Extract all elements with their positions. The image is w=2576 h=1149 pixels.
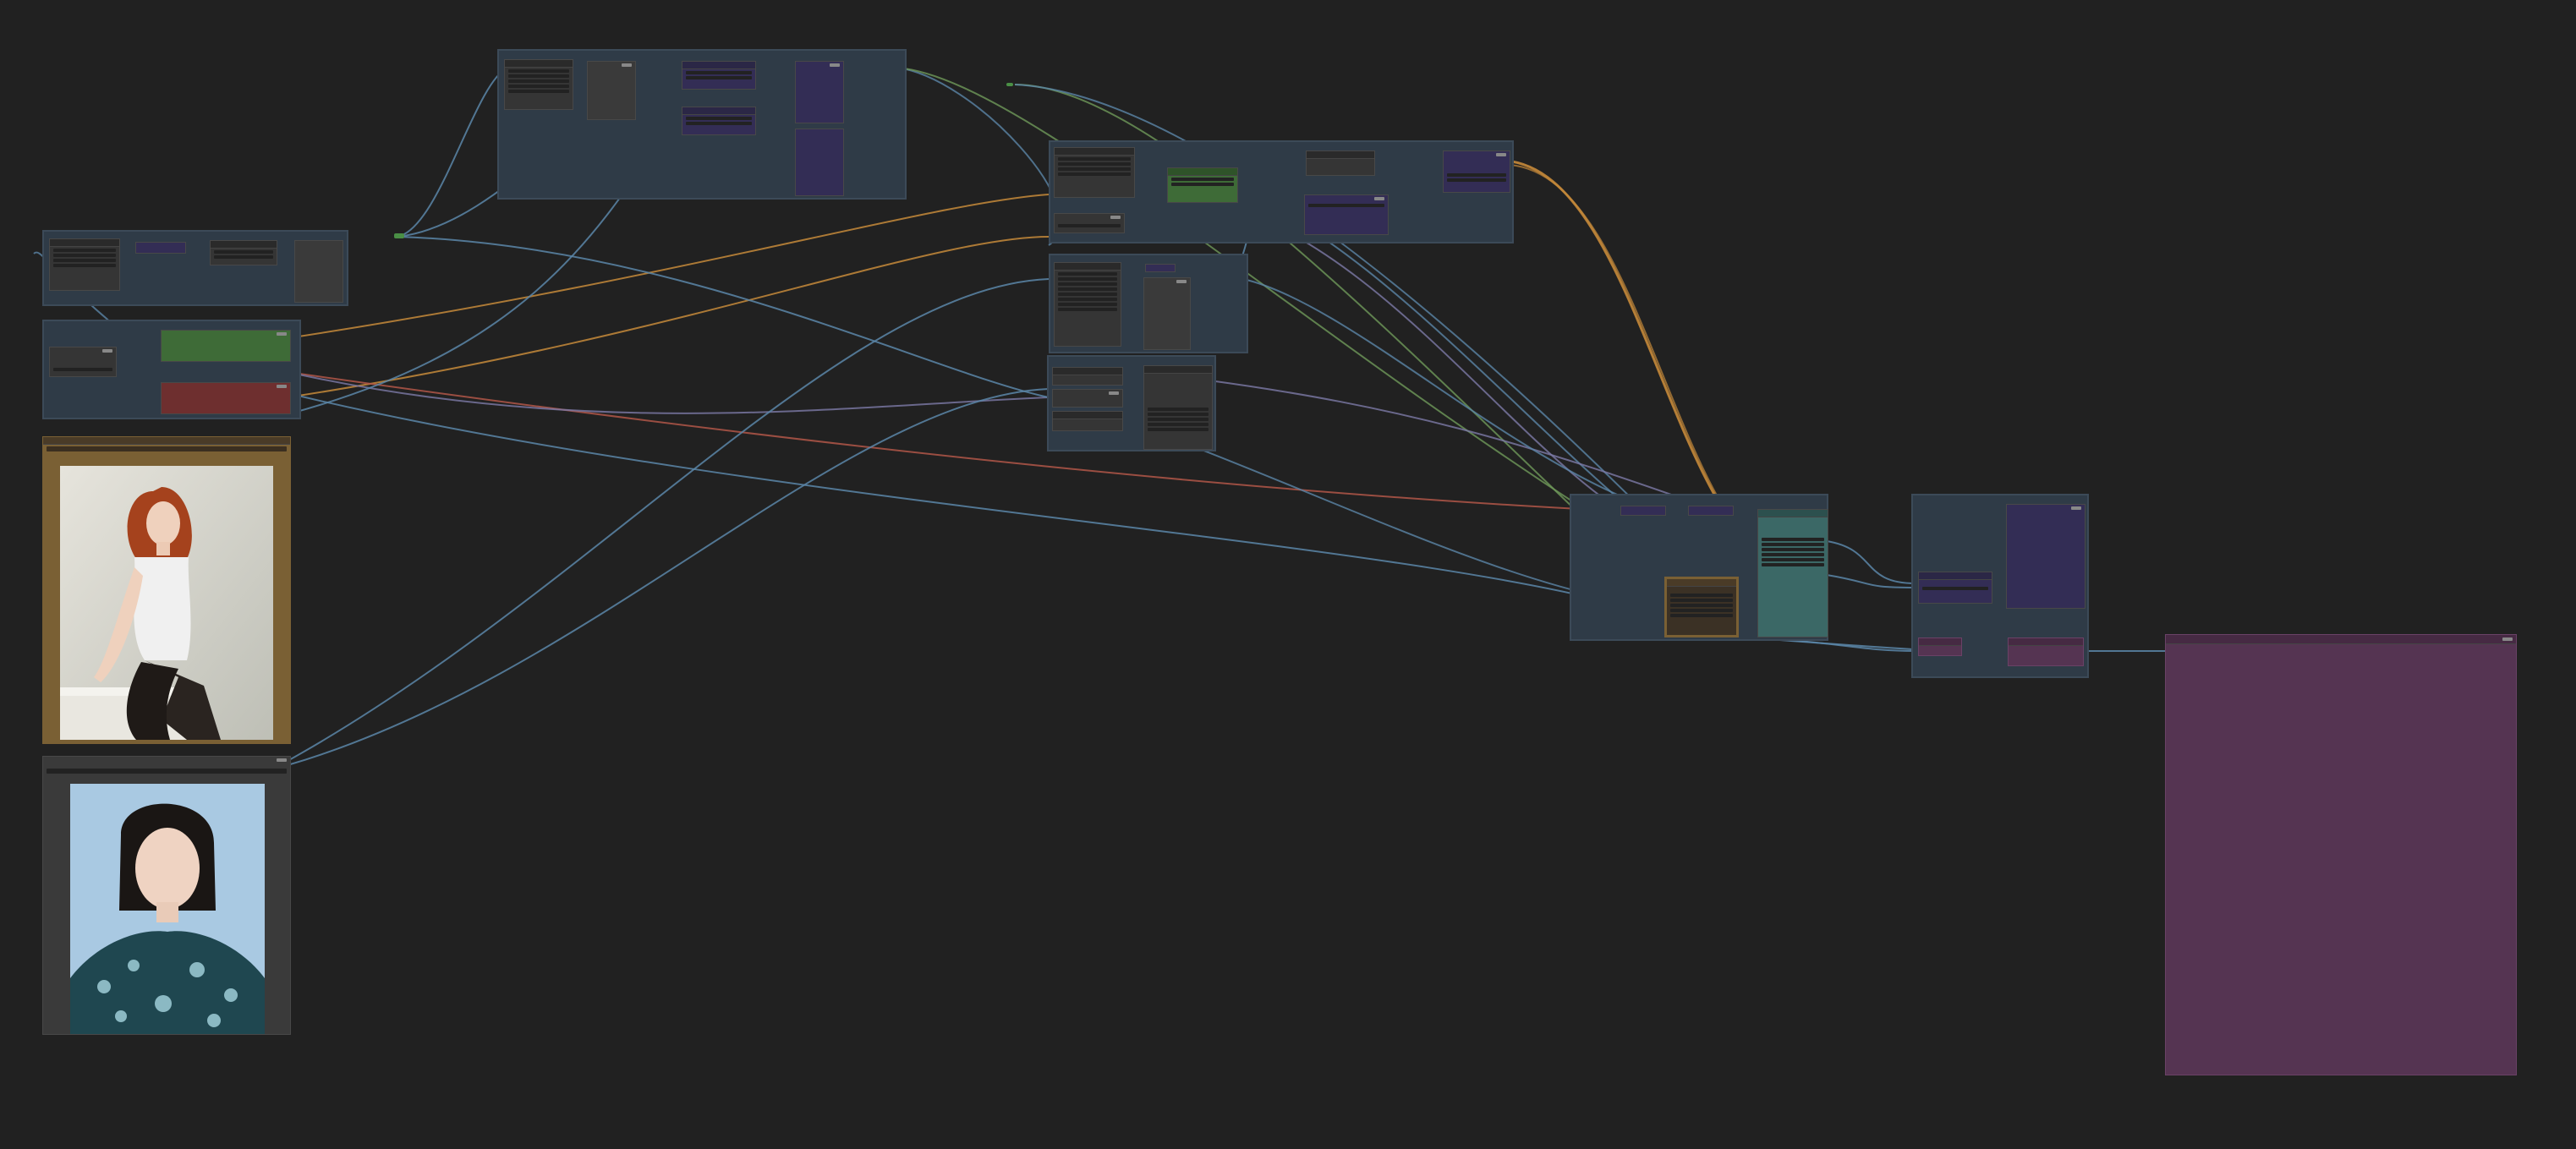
link [287,388,1050,766]
group-center-top[interactable] [1049,140,1514,243]
node-badge [2502,637,2513,641]
link [397,67,508,238]
mask-node-2[interactable] [795,129,844,196]
link [287,236,1050,398]
node-badge [2071,506,2081,510]
seed-node[interactable] [49,347,117,377]
link [287,278,1050,762]
latent-node[interactable] [1664,577,1739,637]
lora-node[interactable] [135,242,186,254]
negative-prompt-node[interactable] [161,382,291,414]
group-left-top[interactable] [42,230,348,306]
link [287,194,1050,339]
crop-node-2[interactable] [1052,389,1123,408]
encode-node-1[interactable] [682,61,756,90]
apply-controlnet-node[interactable] [1167,167,1238,203]
conditioning-node[interactable] [1304,194,1389,235]
node-badge [1374,197,1384,200]
clip-vision-node[interactable] [1054,262,1121,347]
group-center-mid[interactable] [1049,254,1248,353]
photo-woman-red-hair-icon [60,466,273,740]
preview-image-output[interactable] [2165,634,2517,1075]
vae-decode-node[interactable] [1918,572,1992,604]
node-badge [277,332,287,336]
node-badge [1496,153,1506,156]
sampler-input-node-2[interactable] [1688,506,1734,516]
checkpoint-loader-node[interactable] [49,238,120,291]
ipadapter-preview-node[interactable] [1143,277,1191,350]
node-badge [277,758,287,762]
preview-node[interactable] [587,61,636,120]
node-badge [830,63,840,67]
link [1504,159,1718,500]
model-patch-node[interactable] [1306,150,1375,176]
link [1826,574,1916,588]
controlnet-loader-node[interactable] [1054,147,1135,198]
reroute-node[interactable] [294,240,343,303]
node-badge [1176,280,1187,283]
sampler-input-node-1[interactable] [1620,506,1666,516]
encode-node-2[interactable] [682,107,756,135]
vae-node[interactable] [210,240,277,265]
group-center-low[interactable] [1047,355,1216,451]
combine-node[interactable] [1443,150,1510,193]
ksampler-node[interactable] [1757,509,1828,637]
positive-prompt-node[interactable] [161,330,291,362]
save-node-small[interactable] [1918,637,1962,656]
load-image-node-2[interactable] [42,756,291,1035]
node-badge [277,385,287,388]
ipadapter-node[interactable] [1145,264,1176,272]
group-top-mid[interactable] [497,49,907,200]
group-decode[interactable] [1911,494,2089,678]
mask-node-1[interactable] [795,61,844,123]
crop-node-3[interactable] [1052,411,1123,431]
node-badge [1109,391,1119,395]
image-scale-node[interactable] [1143,365,1213,450]
upscale-preview-node[interactable] [2006,504,2085,609]
upscale-node[interactable] [2008,637,2084,666]
node-badge [622,63,632,67]
crop-node-1[interactable] [1052,367,1123,386]
reroute-dot[interactable] [394,233,404,238]
node-badge [1110,216,1121,219]
photo-woman-dark-hair-icon [70,784,265,1034]
group-sampler[interactable] [1570,494,1828,641]
node-badge [102,349,112,353]
node-graph-canvas[interactable] [0,0,2576,1149]
link [397,236,1050,398]
reroute-dot[interactable] [1006,83,1013,86]
group-left-prompts[interactable] [42,320,301,419]
image-input-node[interactable] [1054,213,1125,233]
load-image-node-1[interactable] [42,436,291,744]
link [287,392,1663,618]
loader-node[interactable] [504,59,573,110]
